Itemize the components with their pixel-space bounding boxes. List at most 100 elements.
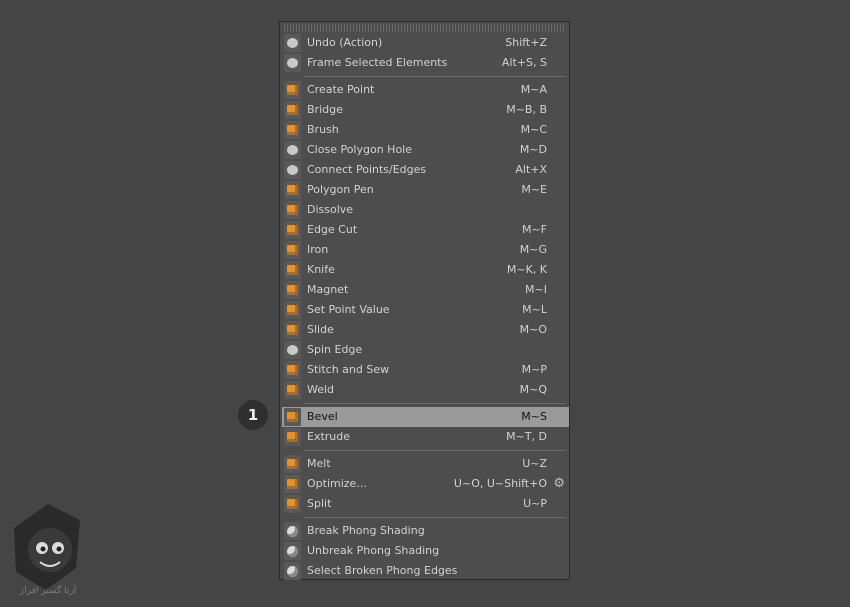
menu-item-label: Melt bbox=[307, 457, 331, 470]
knife-icon bbox=[284, 261, 301, 279]
menu-item-shortcut: M~O bbox=[519, 323, 547, 336]
brush-icon bbox=[284, 121, 301, 139]
menu-item-label: Slide bbox=[307, 323, 334, 336]
menu-item-label: Close Polygon Hole bbox=[307, 143, 413, 156]
menu-item-label: Stitch and Sew bbox=[307, 363, 390, 376]
extrude-icon bbox=[284, 428, 301, 446]
menu-item-label: Set Point Value bbox=[307, 303, 390, 316]
gear-icon[interactable]: ⚙ bbox=[553, 476, 565, 491]
menu-item-iron[interactable]: Iron M~G bbox=[280, 240, 569, 260]
menu-item-shortcut: M~G bbox=[519, 243, 547, 256]
menu-item-magnet[interactable]: Magnet M~I bbox=[280, 280, 569, 300]
bridge-icon bbox=[284, 101, 301, 119]
menu-item-set-point-value[interactable]: Set Point Value M~L bbox=[280, 300, 569, 320]
menu-item-create-point[interactable]: Create Point M~A bbox=[280, 80, 569, 100]
frame-selected-icon bbox=[284, 54, 301, 72]
split-icon bbox=[284, 495, 301, 513]
menu-item-shortcut: M~D bbox=[519, 143, 547, 156]
menu-item-label: Split bbox=[307, 497, 332, 510]
menu-item-shortcut: U~O, U~Shift+O bbox=[453, 477, 547, 490]
menu-separator bbox=[304, 403, 566, 404]
menu-item-label: Extrude bbox=[307, 430, 351, 443]
select-broken-phong-icon bbox=[284, 562, 301, 580]
menu-item-frame-selected-elements[interactable]: Frame Selected Elements Alt+S, S bbox=[280, 53, 569, 73]
menu-separator bbox=[304, 76, 566, 77]
menu-item-shortcut: Alt+S, S bbox=[501, 56, 547, 69]
menu-item-label: Polygon Pen bbox=[307, 183, 374, 196]
menu-item-shortcut: U~P bbox=[523, 497, 547, 510]
connect-points-icon bbox=[284, 161, 301, 179]
break-phong-icon bbox=[284, 522, 301, 540]
close-polygon-hole-icon bbox=[284, 141, 301, 159]
step-callout-badge: 1 bbox=[238, 400, 268, 430]
menu-item-label: Break Phong Shading bbox=[307, 524, 425, 537]
menu-item-close-polygon-hole[interactable]: Close Polygon Hole M~D bbox=[280, 140, 569, 160]
create-point-icon bbox=[284, 81, 301, 99]
menu-item-shortcut: M~Q bbox=[519, 383, 547, 396]
menu-item-label: Edge Cut bbox=[307, 223, 358, 236]
menu-item-melt[interactable]: Melt U~Z bbox=[280, 454, 569, 474]
set-point-value-icon bbox=[284, 301, 301, 319]
menu-item-undo-action[interactable]: Undo (Action) Shift+Z bbox=[280, 33, 569, 53]
menu-item-edge-cut[interactable]: Edge Cut M~F bbox=[280, 220, 569, 240]
menu-item-extrude[interactable]: Extrude M~T, D bbox=[280, 427, 569, 447]
iron-icon bbox=[284, 241, 301, 259]
watermark-text: آرتا گستر افراز bbox=[19, 586, 77, 596]
menu-item-label: Create Point bbox=[307, 83, 375, 96]
menu-item-weld[interactable]: Weld M~Q bbox=[280, 380, 569, 400]
menu-item-polygon-pen[interactable]: Polygon Pen M~E bbox=[280, 180, 569, 200]
menu-item-shortcut: M~S bbox=[521, 410, 547, 423]
menu-item-label: Bevel bbox=[307, 410, 338, 423]
menu-separator bbox=[304, 450, 566, 451]
menu-separator bbox=[304, 517, 566, 518]
menu-item-split[interactable]: Split U~P bbox=[280, 494, 569, 514]
melt-icon bbox=[284, 455, 301, 473]
context-menu: Undo (Action) Shift+Z Frame Selected Eleme… bbox=[279, 21, 570, 580]
menu-item-shortcut: M~C bbox=[520, 123, 547, 136]
menu-item-bridge[interactable]: Bridge M~B, B bbox=[280, 100, 569, 120]
menu-item-label: Iron bbox=[307, 243, 329, 256]
menu-item-spin-edge[interactable]: Spin Edge bbox=[280, 340, 569, 360]
menu-item-label: Spin Edge bbox=[307, 343, 363, 356]
menu-item-shortcut: Alt+X bbox=[515, 163, 547, 176]
menu-item-dissolve[interactable]: Dissolve bbox=[280, 200, 569, 220]
edge-cut-icon bbox=[284, 221, 301, 239]
menu-item-shortcut: M~B, B bbox=[506, 103, 547, 116]
menu-item-select-broken-phong-edges[interactable]: Select Broken Phong Edges bbox=[280, 561, 569, 581]
menu-item-shortcut: M~L bbox=[522, 303, 547, 316]
menu-item-unbreak-phong-shading[interactable]: Unbreak Phong Shading bbox=[280, 541, 569, 561]
menu-item-shortcut: U~Z bbox=[522, 457, 547, 470]
menu-item-label: Select Broken Phong Edges bbox=[307, 564, 458, 577]
spin-edge-icon bbox=[284, 341, 301, 359]
menu-item-stitch-and-sew[interactable]: Stitch and Sew M~P bbox=[280, 360, 569, 380]
menu-item-shortcut: M~E bbox=[521, 183, 547, 196]
menu-item-label: Optimize... bbox=[307, 477, 367, 490]
menu-item-bevel[interactable]: Bevel M~S bbox=[282, 407, 569, 427]
menu-item-shortcut: M~I bbox=[525, 283, 547, 296]
optimize-icon bbox=[284, 475, 301, 493]
stitch-and-sew-icon bbox=[284, 361, 301, 379]
menu-item-label: Unbreak Phong Shading bbox=[307, 544, 440, 557]
menu-item-brush[interactable]: Brush M~C bbox=[280, 120, 569, 140]
slide-icon bbox=[284, 321, 301, 339]
menu-item-shortcut: M~K, K bbox=[506, 263, 547, 276]
menu-item-label: Connect Points/Edges bbox=[307, 163, 427, 176]
menu-item-shortcut: Shift+Z bbox=[505, 36, 547, 49]
menu-tearoff-grip[interactable] bbox=[284, 24, 565, 32]
bevel-icon bbox=[284, 408, 301, 426]
menu-item-slide[interactable]: Slide M~O bbox=[280, 320, 569, 340]
undo-icon bbox=[284, 34, 301, 52]
menu-item-connect-points-edges[interactable]: Connect Points/Edges Alt+X bbox=[280, 160, 569, 180]
menu-item-label: Bridge bbox=[307, 103, 343, 116]
menu-item-label: Frame Selected Elements bbox=[307, 56, 448, 69]
menu-item-label: Brush bbox=[307, 123, 339, 136]
unbreak-phong-icon bbox=[284, 542, 301, 560]
menu-item-knife[interactable]: Knife M~K, K bbox=[280, 260, 569, 280]
menu-item-shortcut: M~T, D bbox=[506, 430, 547, 443]
menu-item-shortcut: M~A bbox=[520, 83, 547, 96]
menu-item-optimize[interactable]: Optimize... U~O, U~Shift+O ⚙ bbox=[280, 474, 569, 494]
menu-item-label: Dissolve bbox=[307, 203, 354, 216]
menu-item-break-phong-shading[interactable]: Break Phong Shading bbox=[280, 521, 569, 541]
menu-item-shortcut: M~P bbox=[521, 363, 547, 376]
menu-item-label: Undo (Action) bbox=[307, 36, 383, 49]
